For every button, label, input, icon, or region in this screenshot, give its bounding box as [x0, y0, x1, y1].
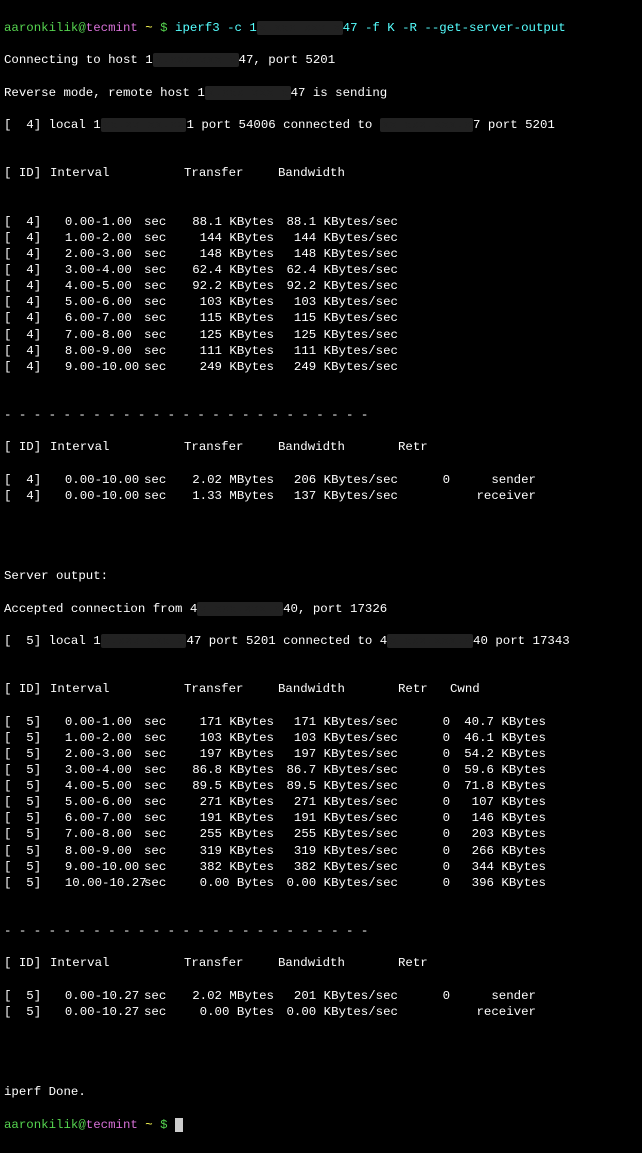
table-row: [ 4] 1.00-2.00 sec144 KBytes144 KBytes/s… — [4, 230, 638, 246]
table-row: [ 4] 3.00-4.00 sec62.4 KBytes62.4 KBytes… — [4, 262, 638, 278]
table-row: [ 4] 2.00-3.00 sec148 KBytes148 KBytes/s… — [4, 246, 638, 262]
table-row: [ 5] 1.00-2.00 sec103 KBytes103 KBytes/s… — [4, 730, 638, 746]
server-output-label: Server output: — [4, 568, 638, 584]
table-row: [ 5] 4.00-5.00 sec89.5 KBytes89.5 KBytes… — [4, 778, 638, 794]
table-row: [ 5] 0.00-10.27 sec2.02 MBytes201 KBytes… — [4, 988, 638, 1004]
table-row: [ 5] 8.00-9.00 sec319 KBytes319 KBytes/s… — [4, 843, 638, 859]
client-summary-header: [ ID]IntervalTransferBandwidthRetr — [4, 439, 638, 455]
server-summary-header: [ ID]IntervalTransferBandwidthRetr — [4, 955, 638, 971]
prompt-line-2[interactable]: aaronkilik@tecmint ~ $ — [4, 1117, 638, 1133]
table-row: [ 5] 10.00-10.27sec0.00 Bytes0.00 KBytes… — [4, 875, 638, 891]
reverse-mode-line: Reverse mode, remote host 1x.xxx.xxx.x47… — [4, 85, 638, 101]
table-row: [ 4] 8.00-9.00 sec111 KBytes111 KBytes/s… — [4, 343, 638, 359]
terminal[interactable]: aaronkilik@tecmint ~ $ iperf3 -c 1x.xxx.… — [4, 4, 638, 1149]
table-row: [ 4] 5.00-6.00 sec103 KBytes103 KBytes/s… — [4, 294, 638, 310]
prompt-user: aaronkilik — [4, 21, 78, 35]
cursor-icon — [175, 1118, 183, 1132]
table-row: [ 5] 0.00-10.27 sec0.00 Bytes0.00 KBytes… — [4, 1004, 638, 1020]
server-header: [ ID]IntervalTransferBandwidthRetrCwnd — [4, 681, 638, 697]
client-header: [ ID]IntervalTransferBandwidth — [4, 165, 638, 181]
prompt-cwd: ~ — [145, 21, 152, 35]
table-row: [ 4] 0.00-10.00 sec2.02 MBytes206 KBytes… — [4, 472, 638, 488]
prompt-host: tecmint — [86, 21, 138, 35]
table-row: [ 5] 2.00-3.00 sec197 KBytes197 KBytes/s… — [4, 746, 638, 762]
table-row: [ 5] 6.00-7.00 sec191 KBytes191 KBytes/s… — [4, 810, 638, 826]
table-row: [ 5] 7.00-8.00 sec255 KBytes255 KBytes/s… — [4, 826, 638, 842]
table-row: [ 4] 0.00-1.00 sec88.1 KBytes88.1 KBytes… — [4, 214, 638, 230]
local-line-4: [ 4] local 1xx.xx.xx.xx1 port 54006 conn… — [4, 117, 638, 133]
table-row: [ 4] 4.00-5.00 sec92.2 KBytes92.2 KBytes… — [4, 278, 638, 294]
dashes: - - - - - - - - - - - - - - - - - - - - … — [4, 407, 638, 423]
accepted-line: Accepted connection from 4x.xxx.xxx.x40,… — [4, 601, 638, 617]
table-row: [ 4] 6.00-7.00 sec115 KBytes115 KBytes/s… — [4, 310, 638, 326]
table-row: [ 5] 0.00-1.00 sec171 KBytes171 KBytes/s… — [4, 714, 638, 730]
table-row: [ 5] 5.00-6.00 sec271 KBytes271 KBytes/s… — [4, 794, 638, 810]
table-row: [ 4] 9.00-10.00 sec249 KBytes249 KBytes/… — [4, 359, 638, 375]
prompt-line-1: aaronkilik@tecmint ~ $ iperf3 -c 1x.xxx.… — [4, 20, 638, 36]
table-row: [ 4] 0.00-10.00 sec1.33 MBytes137 KBytes… — [4, 488, 638, 504]
iperf-done: iperf Done. — [4, 1084, 638, 1100]
table-row: [ 4] 7.00-8.00 sec125 KBytes125 KBytes/s… — [4, 327, 638, 343]
command-text: iperf3 -c 1x.xxx.xxx.x47 -f K -R --get-s… — [175, 21, 566, 35]
dashes: - - - - - - - - - - - - - - - - - - - - … — [4, 923, 638, 939]
table-row: [ 5] 3.00-4.00 sec86.8 KBytes86.7 KBytes… — [4, 762, 638, 778]
connecting-line: Connecting to host 1x.xxx.xxx.x47, port … — [4, 52, 638, 68]
table-row: [ 5] 9.00-10.00 sec382 KBytes382 KBytes/… — [4, 859, 638, 875]
prompt-dollar: $ — [160, 21, 167, 35]
